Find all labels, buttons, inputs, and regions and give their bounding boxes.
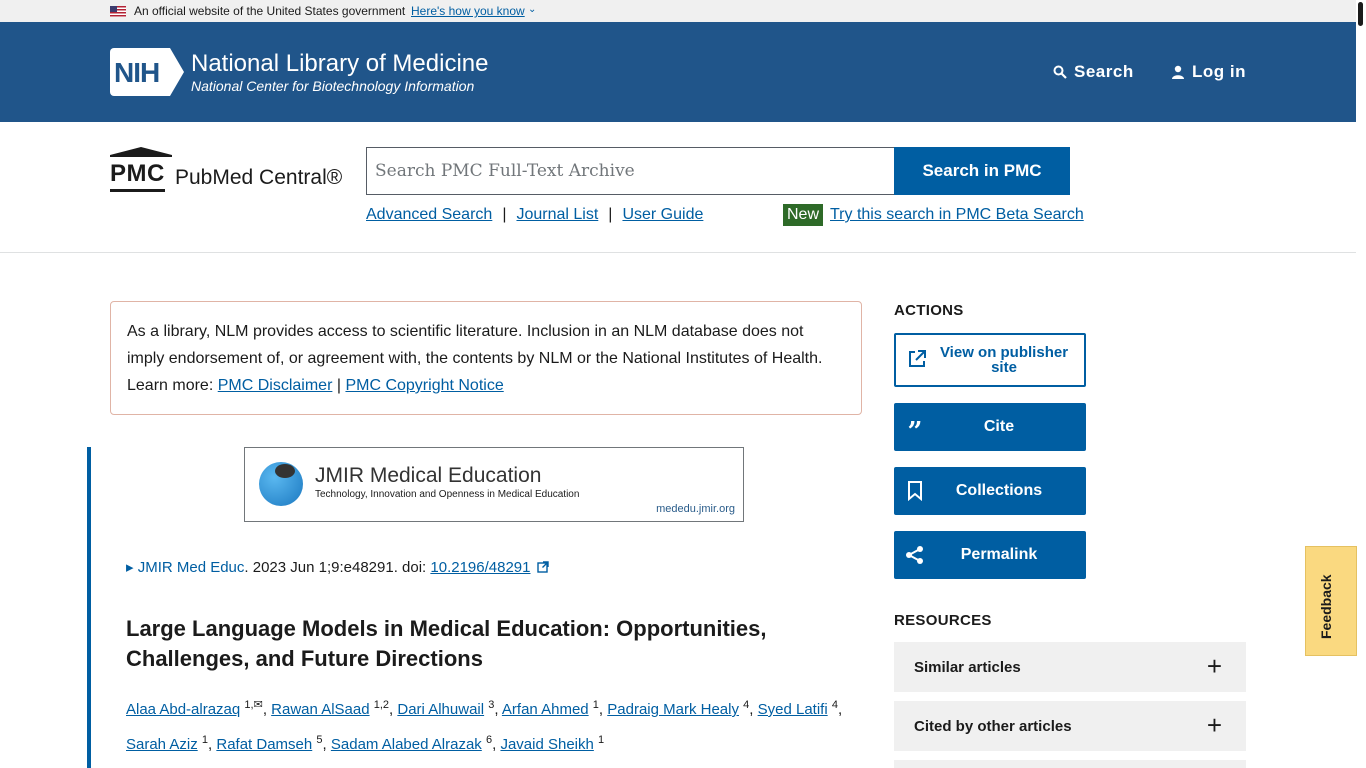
jmir-globe-icon — [259, 462, 303, 506]
search-in-pmc-button[interactable]: Search in PMC — [894, 147, 1070, 195]
author-affiliation[interactable]: 5 — [316, 734, 322, 746]
author-link[interactable]: Javaid Sheikh — [500, 736, 593, 753]
learn-more-label: Learn more: — [127, 377, 214, 394]
pmc-header: PMC PubMed Central® Search PMC Full-Text… — [0, 122, 1356, 253]
author-affiliation[interactable]: 1 — [202, 734, 208, 746]
actions-heading: ACTIONS — [894, 302, 964, 319]
header-login-label: Log in — [1192, 62, 1246, 81]
cited-by-label: Cited by other articles — [914, 717, 1072, 735]
author-list: Alaa Abd-alrazaq 1,✉, Rawan AlSaad 1,2, … — [126, 699, 843, 753]
citation-details: . 2023 Jun 1;9:e48291. doi: — [244, 559, 431, 576]
journal-banner[interactable]: JMIR Medical Education Technology, Innov… — [244, 447, 744, 522]
doi-link[interactable]: 10.2196/48291 — [430, 559, 530, 576]
journal-link[interactable]: ▸ JMIR Med Educ — [126, 559, 244, 576]
header-search-button[interactable]: Search — [1052, 62, 1134, 82]
view-on-publisher-button[interactable]: View on publisher site — [894, 333, 1086, 387]
header-login-button[interactable]: Log in — [1170, 62, 1246, 82]
pmc-logo[interactable]: PMC PubMed Central® — [110, 147, 355, 195]
pmc-copyright-link[interactable]: PMC Copyright Notice — [345, 377, 503, 394]
external-link-icon[interactable] — [536, 561, 549, 573]
collections-button[interactable]: Collections — [894, 467, 1086, 515]
heres-how-you-know-link[interactable]: Here's how you know — [411, 4, 525, 18]
disclaimer-text: As a library, NLM provides access to sci… — [127, 323, 823, 367]
author-link[interactable]: Syed Latifi — [758, 701, 828, 718]
ncbi-subtitle[interactable]: National Center for Biotechnology Inform… — [191, 78, 474, 94]
cite-button[interactable]: ” Cite — [894, 403, 1086, 451]
gov-banner-text: An official website of the United States… — [134, 4, 406, 18]
advanced-search-link[interactable]: Advanced Search — [366, 206, 492, 224]
bookmark-icon — [904, 480, 926, 502]
nlm-title[interactable]: National Library of Medicine — [191, 50, 488, 78]
journal-banner-title: JMIR Medical Education — [315, 464, 542, 487]
author-affiliation[interactable]: 6 — [486, 734, 492, 746]
article-title: Large Language Models in Medical Educati… — [126, 616, 767, 671]
journal-banner-url: mededu.jmir.org — [656, 503, 735, 515]
author-affiliation[interactable]: 4 — [743, 699, 749, 711]
feedback-label: Feedback — [1318, 574, 1334, 639]
external-link-icon — [906, 348, 928, 370]
pmc-nav-links: Advanced Search | Journal List | User Gu… — [366, 206, 704, 224]
author-link[interactable]: Dari Alhuwail — [397, 701, 484, 718]
journal-banner-subtitle: Technology, Innovation and Openness in M… — [315, 489, 580, 500]
author-link[interactable]: Rafat Damseh — [216, 736, 312, 753]
author-affiliation[interactable]: 1,✉ — [244, 699, 262, 711]
author-link[interactable]: Sadam Alabed Alrazak — [331, 736, 482, 753]
cited-by-accordion[interactable]: Cited by other articles + — [894, 701, 1246, 751]
pmc-logo-abbr: PMC — [110, 159, 165, 192]
resources-heading: RESOURCES — [894, 612, 992, 629]
user-guide-link[interactable]: User Guide — [622, 206, 703, 224]
scrollbar-thumb[interactable] — [1358, 2, 1363, 26]
author-affiliation[interactable]: 4 — [832, 699, 838, 711]
similar-articles-label: Similar articles — [914, 658, 1021, 676]
author-affiliation[interactable]: 1 — [593, 699, 599, 711]
nlm-disclaimer: As a library, NLM provides access to sci… — [110, 301, 862, 415]
search-icon — [1053, 65, 1067, 79]
author-link[interactable]: Alaa Abd-alrazaq — [126, 701, 240, 718]
pmc-logo-name: PubMed Central® — [175, 166, 343, 189]
pmc-search-input[interactable]: Search PMC Full-Text Archive — [366, 147, 895, 195]
author-affiliation[interactable]: 3 — [488, 699, 494, 711]
author-link[interactable]: Arfan Ahmed — [502, 701, 589, 718]
author-link[interactable]: Padraig Mark Healy — [607, 701, 739, 718]
us-flag-icon — [110, 6, 126, 17]
author-link[interactable]: Sarah Aziz — [126, 736, 198, 753]
gov-banner: An official website of the United States… — [0, 0, 1356, 22]
author-affiliation[interactable]: 1 — [598, 734, 604, 746]
citation-line: ▸ JMIR Med Educ. 2023 Jun 1;9:e48291. do… — [126, 558, 549, 576]
chevron-down-icon[interactable]: ⌄ — [528, 4, 536, 15]
similar-articles-accordion[interactable]: Similar articles + — [894, 642, 1246, 692]
journal-list-link[interactable]: Journal List — [516, 206, 598, 224]
pmc-roof-icon — [110, 147, 172, 157]
pmc-beta-search-link[interactable]: Try this search in PMC Beta Search — [830, 206, 1084, 224]
plus-icon: + — [1206, 710, 1222, 740]
feedback-button[interactable]: Feedback — [1305, 546, 1357, 656]
user-icon — [1172, 65, 1184, 79]
nih-header: NIH National Library of Medicine Nationa… — [0, 22, 1356, 122]
plus-icon: + — [1206, 651, 1222, 681]
author-affiliation[interactable]: 1,2 — [374, 699, 389, 711]
author-link[interactable]: Rawan AlSaad — [271, 701, 369, 718]
permalink-button[interactable]: Permalink — [894, 531, 1086, 579]
quote-icon: ” — [907, 417, 923, 447]
share-icon — [904, 544, 926, 566]
pmc-disclaimer-link[interactable]: PMC Disclaimer — [218, 377, 333, 394]
resource-accordion-partial[interactable] — [894, 760, 1246, 768]
header-search-label: Search — [1074, 62, 1134, 81]
nih-logo[interactable]: NIH — [110, 48, 184, 96]
article-accent-bar — [87, 447, 91, 768]
new-badge: New — [783, 204, 824, 226]
